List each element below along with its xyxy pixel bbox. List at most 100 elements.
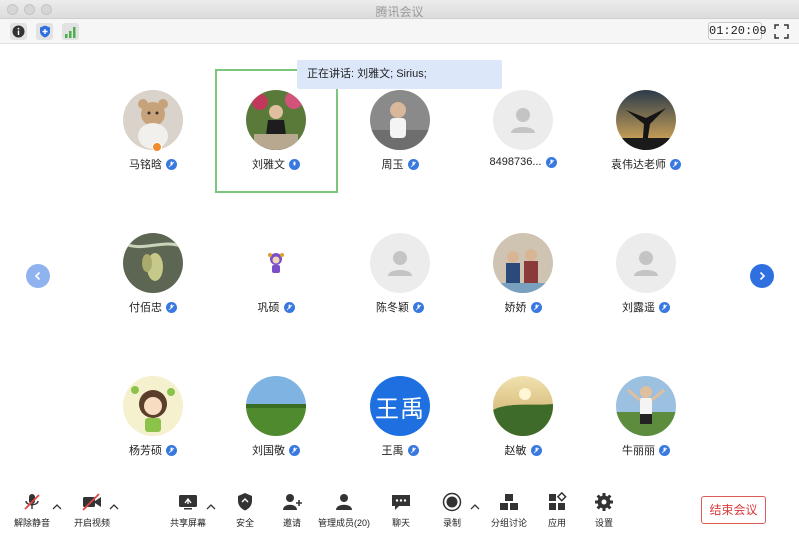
unmute-label: 解除静音 [14,518,51,528]
security-icon [233,490,257,514]
window-title: 腾讯会议 [375,5,424,19]
audio-options-caret-icon[interactable] [52,498,62,510]
mic-muted-icon [413,301,424,313]
mic-muted-icon [166,444,177,456]
manage-members-label: 管理成员(20) [318,518,371,528]
bottom-toolbar: 解除静音 开启视频 共享屏幕 安全 邀请 管理成员(20) 聊天 录制 分组讨论… [0,490,799,533]
orchid-photo-avatar [123,233,183,293]
breakout-label: 分组讨论 [491,518,528,528]
participant-tile[interactable]: 赵敏 [453,376,593,476]
mic-muted-icon [659,444,670,456]
apps-button[interactable]: 应用 [545,490,569,529]
share-screen-button[interactable]: 共享屏幕 [170,490,206,529]
next-page-button[interactable] [750,264,774,288]
mic-muted-icon [289,444,300,456]
participant-tile[interactable]: 付佰忠 [83,233,223,333]
record-label: 录制 [442,518,461,528]
window-titlebar: 腾讯会议 [0,0,799,19]
teddy-bear-avatar [123,90,183,150]
text-avatar: 王禹 [370,376,430,436]
gear-icon [592,490,616,514]
participant-tile[interactable]: 巩硕 [206,233,346,333]
info-icon[interactable] [10,23,27,40]
manage-members-button[interactable]: 管理成员(20) [318,490,370,529]
apps-icon [545,490,569,514]
default-person-avatar [616,233,676,293]
previous-page-button[interactable] [26,264,50,288]
record-options-caret-icon[interactable] [470,498,480,510]
security-label: 安全 [235,518,254,528]
mic-muted-icon [407,444,419,456]
participant-name: 陈冬颖 [376,302,409,314]
top-toolbar: 01:20:09 [0,19,799,44]
default-person-avatar [493,90,553,150]
end-meeting-button[interactable]: 结束会议 [701,496,766,524]
cartoon-avatar [246,233,306,293]
participant-name: 王禹 [381,445,404,457]
mic-muted-icon [659,301,670,313]
participant-tile[interactable]: 刘雅文 [206,90,346,190]
cartoon-girl-avatar [123,376,183,436]
participant-name: 付佰忠 [129,302,162,314]
security-button[interactable]: 安全 [233,490,257,529]
mic-active-icon [289,158,300,170]
security-shield-icon[interactable] [36,23,53,40]
share-screen-icon [176,490,200,514]
start-video-button[interactable]: 开启视频 [74,490,110,529]
participant-name: 刘露遥 [622,302,655,314]
chat-label: 聊天 [391,518,410,528]
participant-name: 娇娇 [504,302,527,314]
record-icon [440,490,464,514]
video-off-icon [80,490,104,514]
participant-tile[interactable]: 8498736... [453,90,593,190]
mic-muted-icon [407,158,419,170]
host-badge-icon [152,142,162,152]
signal-icon[interactable] [62,23,79,40]
participant-tile[interactable]: 刘国敬 [206,376,346,476]
invite-button[interactable]: 邀请 [280,490,304,529]
participant-name: 杨芳硕 [129,445,162,457]
participant-tile[interactable]: 马铭晗 [83,90,223,190]
participant-tile[interactable]: 陈冬颖 [330,233,470,333]
participant-tile[interactable]: 杨芳硕 [83,376,223,476]
share-options-caret-icon[interactable] [206,498,216,510]
family-photo-avatar [493,233,553,293]
record-button[interactable]: 录制 [440,490,464,529]
start-video-label: 开启视频 [74,518,111,528]
participant-name: 赵敏 [504,445,527,457]
child-photo-avatar [370,90,430,150]
participant-name: 牛丽丽 [622,445,655,457]
mic-muted-icon [166,158,177,170]
mic-muted-icon [283,301,295,313]
participant-tile[interactable]: 袁伟达老师 [576,90,716,190]
meeting-timer: 01:20:09 [708,22,767,40]
grassland-photo-avatar [246,376,306,436]
video-options-caret-icon[interactable] [109,498,119,510]
participant-tile[interactable]: 娇娇 [453,233,593,333]
participant-tile[interactable]: 牛丽丽 [576,376,716,476]
participant-name: 刘雅文 [252,159,285,171]
woman-photo-avatar [246,90,306,150]
mic-muted-icon [670,158,681,170]
mic-off-icon [20,490,44,514]
participant-tile[interactable]: 王禹 王禹 [330,376,470,476]
mic-muted-icon [166,301,177,313]
boy-photo-avatar [616,376,676,436]
share-screen-label: 共享屏幕 [170,518,207,528]
mic-muted-icon [545,156,557,168]
settings-label: 设置 [594,518,613,528]
apps-label: 应用 [547,518,566,528]
chat-button[interactable]: 聊天 [389,490,413,529]
participant-name: 8498736... [489,156,542,168]
fullscreen-icon[interactable] [774,24,789,39]
unmute-button[interactable]: 解除静音 [14,490,50,529]
mic-muted-icon [530,301,542,313]
participant-tile[interactable]: 周玉 [330,90,470,190]
breakout-rooms-icon [497,490,521,514]
participant-tile[interactable]: 刘露遥 [576,233,716,333]
participant-name: 马铭晗 [129,159,162,171]
participant-name: 袁伟达老师 [611,159,666,171]
settings-button[interactable]: 设置 [592,490,616,529]
participant-name: 刘国敬 [252,445,285,457]
breakout-button[interactable]: 分组讨论 [491,490,527,529]
